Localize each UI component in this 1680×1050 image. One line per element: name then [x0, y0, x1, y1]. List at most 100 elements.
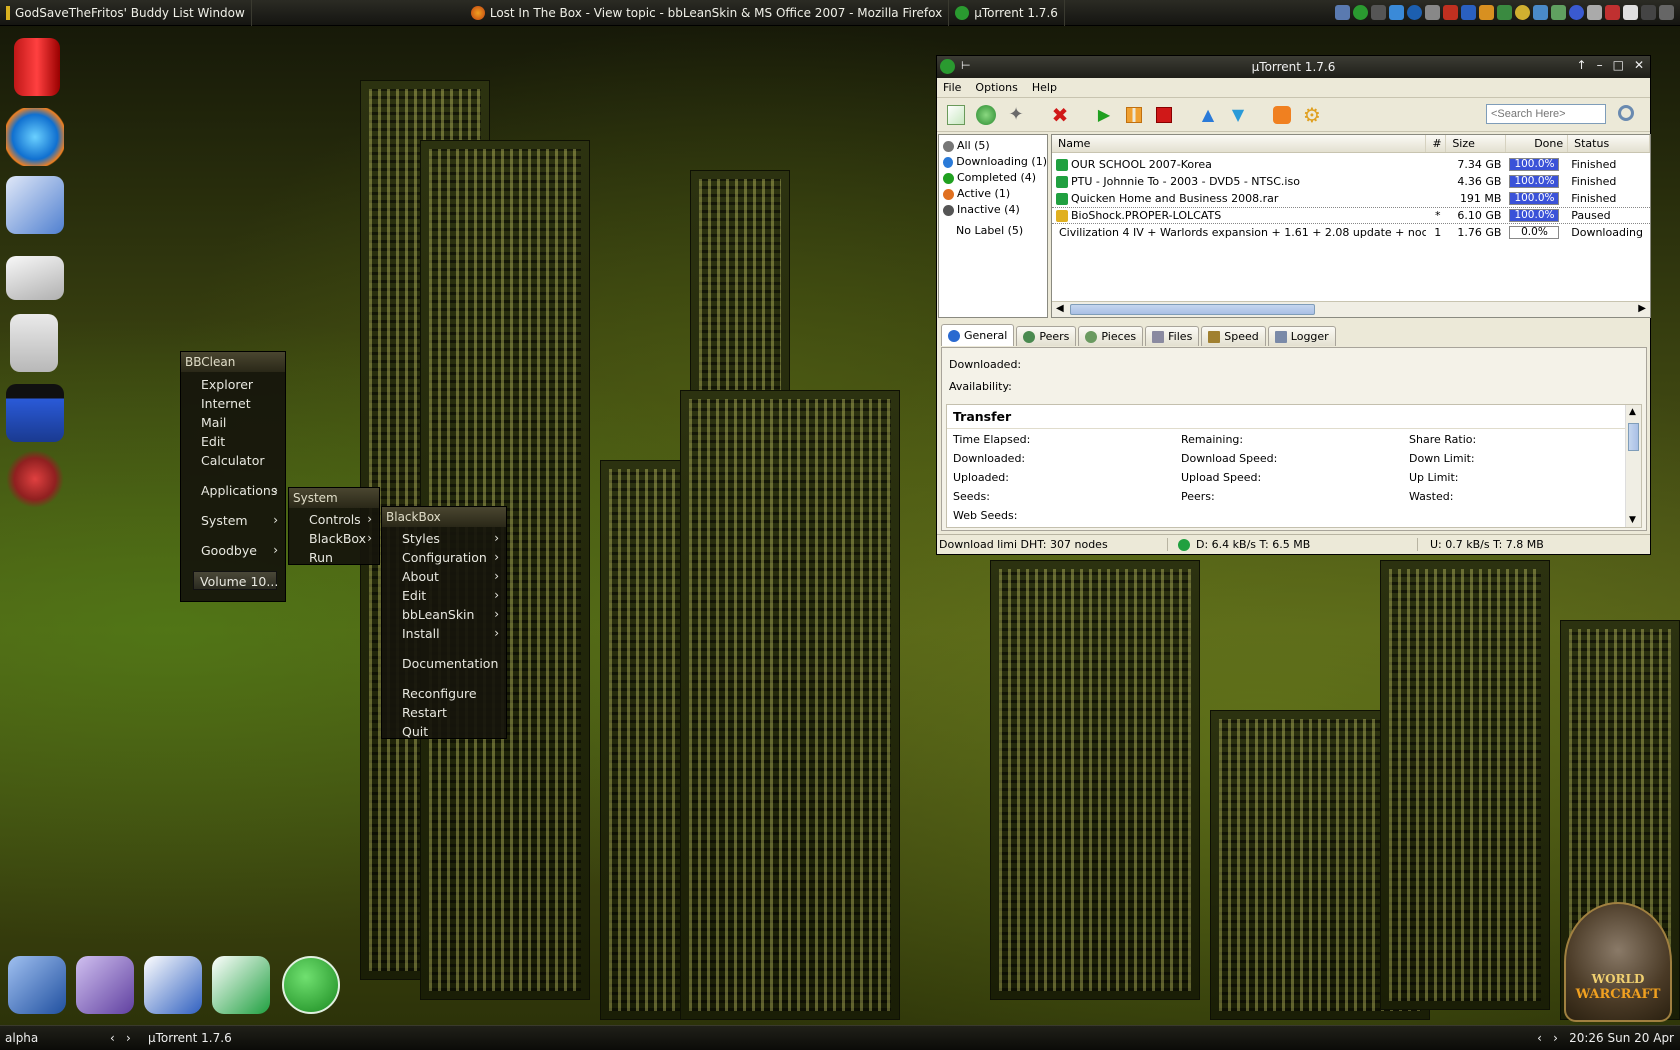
workspace-next-button[interactable]: › [126, 1031, 142, 1045]
vertical-scrollbar[interactable]: ▲ ▼ [1625, 405, 1641, 527]
category-completed[interactable]: Completed (4) [939, 170, 1047, 186]
window-titlebar[interactable]: ⊢ µTorrent 1.7.6 ↑ – □ ✕ [937, 56, 1650, 78]
minimize-icon[interactable]: – [1597, 58, 1603, 72]
tray-icon[interactable] [1443, 5, 1458, 20]
move-up-button[interactable]: ▲ [1195, 102, 1221, 128]
tray-icon[interactable] [1569, 5, 1584, 20]
menu-item-configuration[interactable]: Configuration [382, 548, 506, 567]
task-firefox[interactable]: Lost In The Box - View topic - bbLeanSki… [465, 0, 950, 26]
menu-item-explorer[interactable]: Explorer [181, 375, 285, 394]
tray-icon[interactable] [1515, 5, 1530, 20]
menu-item-system[interactable]: System [181, 511, 285, 530]
category-downloading[interactable]: Downloading (1) [939, 154, 1047, 170]
menu-help[interactable]: Help [1032, 81, 1057, 94]
tray-icon[interactable] [1605, 5, 1620, 20]
tab-general[interactable]: General [941, 324, 1015, 346]
task-utorrent[interactable]: µTorrent 1.7.6 [949, 0, 1065, 26]
menu-item-bbleanskin[interactable]: bbLeanSkin [382, 605, 506, 624]
column-status[interactable]: Status [1568, 135, 1650, 152]
photoshop-cs2-icon[interactable] [8, 956, 66, 1014]
close-icon[interactable]: ✕ [1634, 58, 1644, 72]
menu-item-goodbye[interactable]: Goodbye [181, 541, 285, 560]
move-down-button[interactable]: ▼ [1225, 102, 1251, 128]
external-drive-icon[interactable] [14, 38, 60, 96]
start-button[interactable]: ▶ [1091, 102, 1117, 128]
tray-icon[interactable] [1389, 5, 1404, 20]
category-no-label[interactable]: No Label (5) [939, 223, 1047, 239]
tray-icon[interactable] [1551, 5, 1566, 20]
calculator-icon[interactable] [10, 314, 58, 372]
menu-item-install[interactable]: Install [382, 624, 506, 643]
menu-item-edit[interactable]: Edit [181, 432, 285, 451]
horizontal-scrollbar[interactable]: ◀ ▶ [1052, 301, 1650, 317]
category-inactive[interactable]: Inactive (4) [939, 202, 1047, 218]
torrent-row[interactable]: PTU - Johnnie To - 2003 - DVD5 - NTSC.is… [1052, 173, 1650, 190]
stop-button[interactable] [1151, 102, 1177, 128]
search-icon[interactable] [1618, 105, 1634, 121]
pause-button[interactable] [1121, 102, 1147, 128]
scroll-up-icon[interactable]: ▲ [1629, 407, 1636, 417]
tray-icon[interactable] [1479, 5, 1494, 20]
menu-item-calculator[interactable]: Calculator [181, 451, 285, 470]
task-buddy-list[interactable]: GodSaveTheFritos' Buddy List Window [0, 0, 252, 26]
preferences-button[interactable]: ⚙ [1299, 102, 1325, 128]
scroll-left-icon[interactable]: ◀ [1056, 303, 1064, 314]
tray-icon[interactable] [1587, 5, 1602, 20]
mail-icon[interactable] [6, 176, 64, 234]
menu-item-restart[interactable]: Restart [382, 703, 506, 722]
tray-icon[interactable] [1623, 5, 1638, 20]
scrollbar-thumb[interactable] [1628, 423, 1639, 451]
rss-button[interactable] [1269, 102, 1295, 128]
tray-icon[interactable] [1407, 5, 1422, 20]
tray-icon[interactable] [1335, 5, 1350, 20]
active-task[interactable]: µTorrent 1.7.6 [142, 1031, 1537, 1045]
torrent-row[interactable]: OUR SCHOOL 2007-Korea 7.34 GB 100.0% Fin… [1052, 156, 1650, 173]
tab-files[interactable]: Files [1145, 326, 1200, 346]
create-torrent-button[interactable]: ✦ [1003, 102, 1029, 128]
edit-icon[interactable] [6, 256, 64, 300]
maximize-icon[interactable]: □ [1613, 58, 1624, 72]
excel-icon[interactable] [212, 956, 270, 1014]
menu-item-controls[interactable]: Controls [289, 510, 379, 529]
internet-explorer-icon[interactable] [6, 108, 64, 166]
menu-item-styles[interactable]: Styles [382, 529, 506, 548]
menu-item-reconfigure[interactable]: Reconfigure [382, 684, 506, 703]
column-num[interactable]: # [1426, 135, 1447, 152]
tray-icon[interactable] [1533, 5, 1548, 20]
category-active[interactable]: Active (1) [939, 186, 1047, 202]
word-icon[interactable] [144, 956, 202, 1014]
utorrent-tray-icon[interactable] [1353, 5, 1368, 20]
taskbar-next-button[interactable]: › [1553, 1031, 1569, 1045]
menu-item-volume[interactable]: Volume 10... [193, 571, 278, 590]
utorrent-dock-icon[interactable] [282, 956, 340, 1014]
menu-item-quit[interactable]: Quit [382, 722, 506, 741]
column-done[interactable]: Done [1506, 135, 1569, 152]
tab-logger[interactable]: Logger [1267, 326, 1336, 346]
torrent-row[interactable]: Quicken Home and Business 2008.rar 191 M… [1052, 190, 1650, 207]
tray-icon[interactable] [1659, 5, 1674, 20]
menu-item-internet[interactable]: Internet [181, 394, 285, 413]
column-name[interactable]: Name [1052, 135, 1427, 152]
tab-speed[interactable]: Speed [1201, 326, 1266, 346]
search-input[interactable] [1486, 104, 1606, 124]
tab-peers[interactable]: Peers [1016, 326, 1077, 346]
add-torrent-button[interactable] [943, 102, 969, 128]
menu-item-documentation[interactable]: Documentation [382, 654, 506, 673]
shield-tray-icon[interactable] [1497, 5, 1512, 20]
status-download[interactable]: D: 6.4 kB/s T: 6.5 MB [1196, 538, 1310, 551]
column-size[interactable]: Size [1446, 135, 1507, 152]
butterfly-icon[interactable] [6, 450, 64, 508]
menu-item-blackbox[interactable]: BlackBox [289, 529, 379, 548]
menu-item-edit[interactable]: Edit [382, 586, 506, 605]
rollup-icon[interactable]: ↑ [1577, 58, 1587, 72]
category-all[interactable]: All (5) [939, 138, 1047, 154]
tray-icon[interactable] [1425, 5, 1440, 20]
scroll-down-icon[interactable]: ▼ [1629, 515, 1636, 525]
menu-item-mail[interactable]: Mail [181, 413, 285, 432]
world-of-warcraft-icon[interactable]: WORLD WARCRAFT [1564, 902, 1672, 1022]
steam-tray-icon[interactable] [1371, 5, 1386, 20]
tab-pieces[interactable]: Pieces [1078, 326, 1144, 346]
menu-file[interactable]: File [943, 81, 961, 94]
torrent-row[interactable]: BioShock.PROPER-LOLCATS * 6.10 GB 100.0%… [1052, 207, 1650, 224]
menu-item-applications[interactable]: Applications [181, 481, 285, 500]
